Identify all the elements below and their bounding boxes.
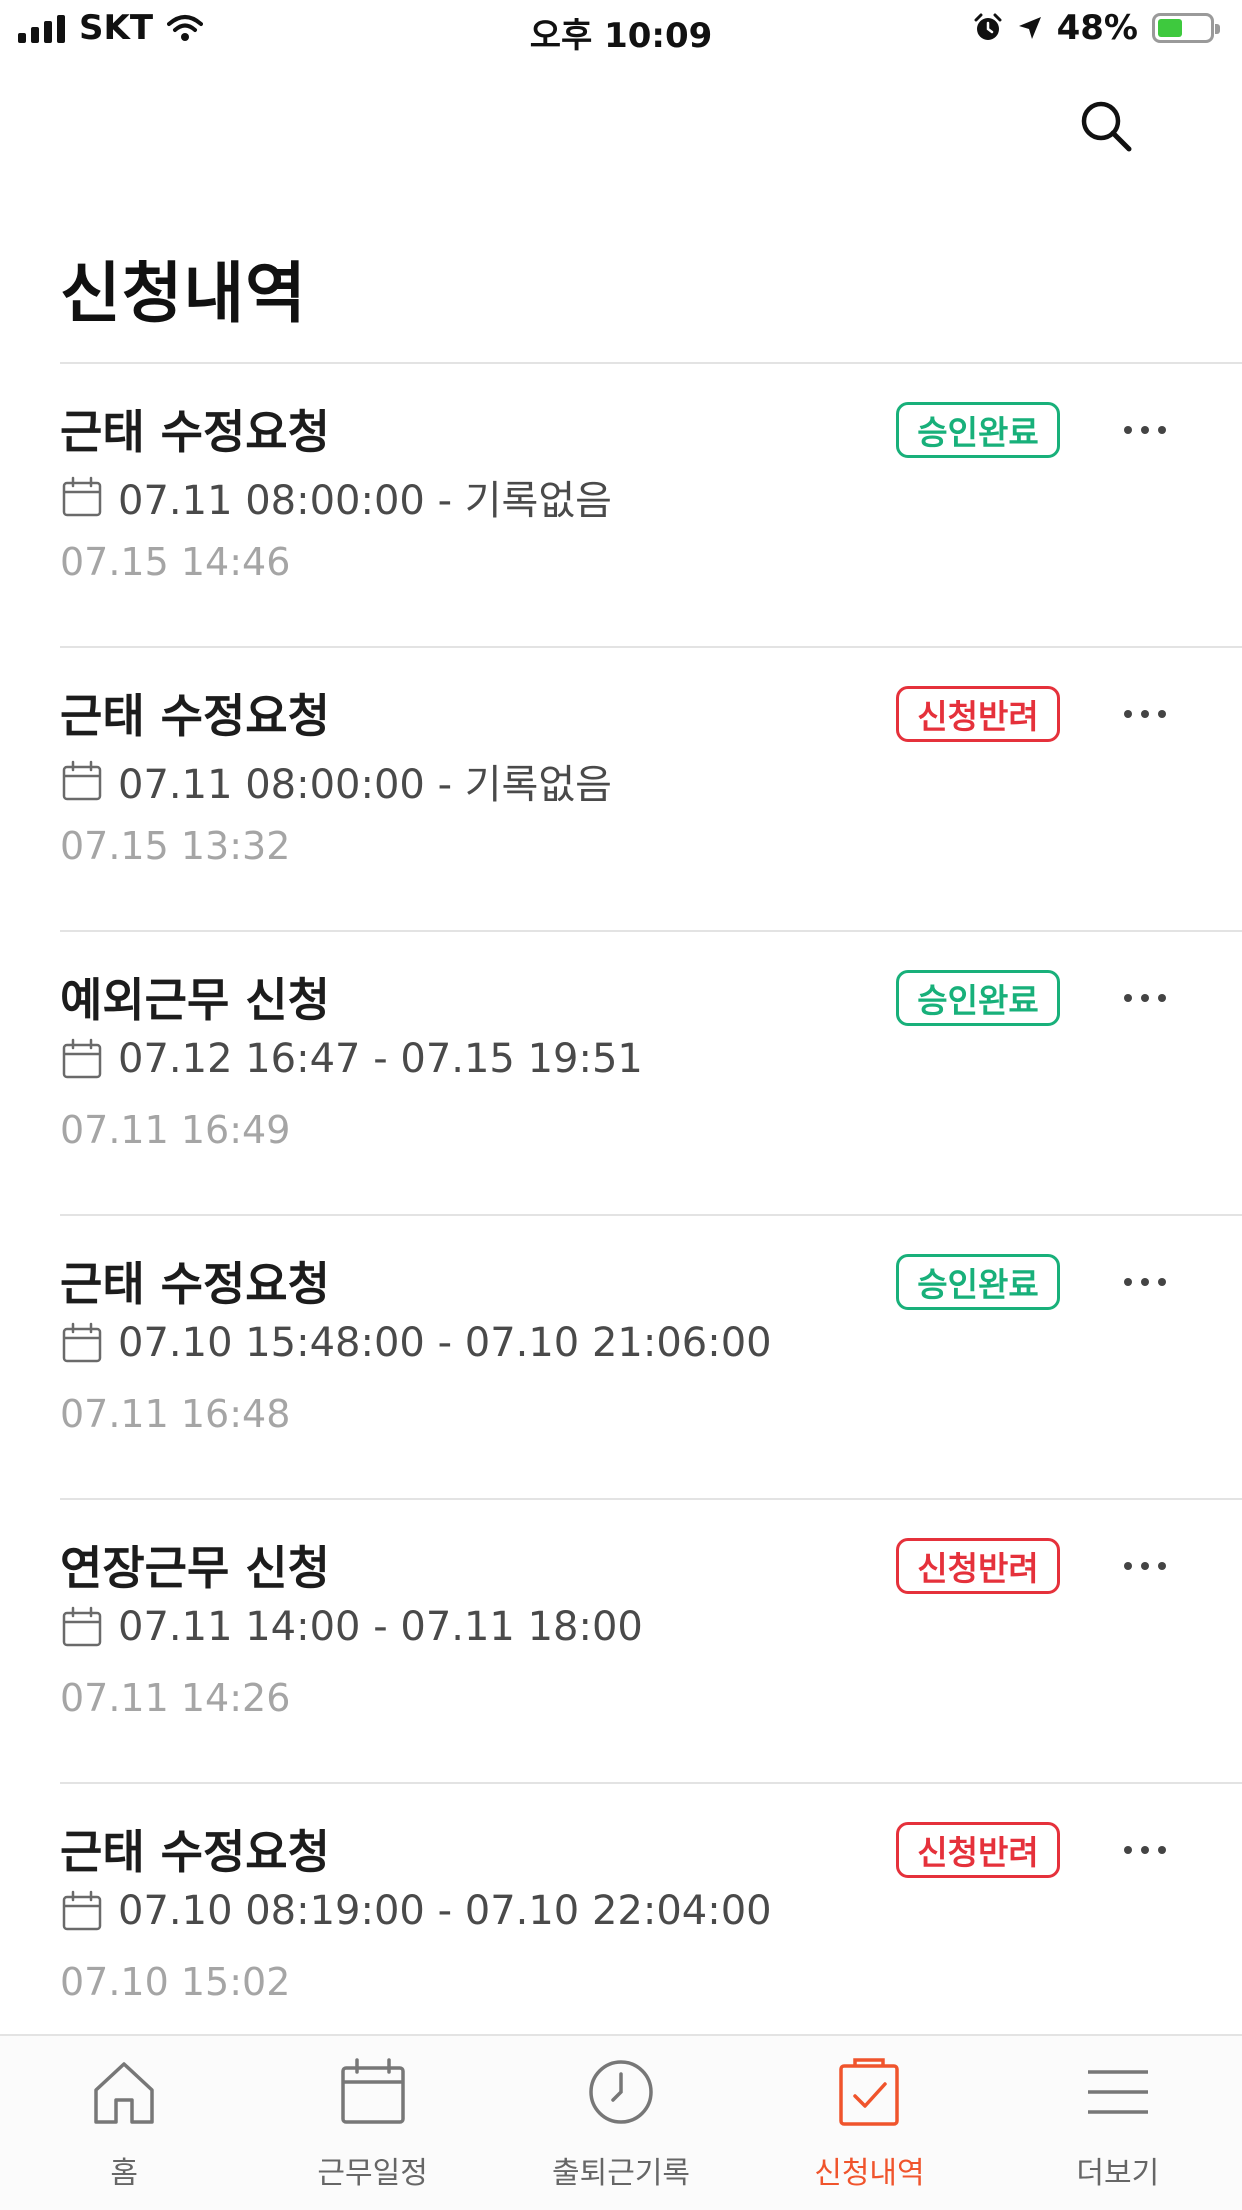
calendar-icon — [62, 1038, 102, 1079]
more-dot-icon — [1124, 1278, 1132, 1286]
more-options-button[interactable] — [1110, 398, 1180, 462]
request-period: 07.11 08:00:00 - 기록없음 — [60, 752, 612, 810]
more-dot-icon — [1141, 1846, 1149, 1854]
more-dot-icon — [1158, 994, 1166, 1002]
tab-more[interactable]: 더보기 — [994, 2036, 1242, 2210]
request-item[interactable]: 근태 수정요청 신청반려 07.11 08:00:00 - 기록없음 07.15… — [60, 646, 1242, 930]
request-period: 07.10 08:19:00 - 07.10 22:04:00 — [60, 1888, 772, 1934]
search-icon[interactable] — [1076, 96, 1136, 156]
more-options-button[interactable] — [1110, 1818, 1180, 1882]
request-range-text: 07.11 08:00:00 - 기록없음 — [118, 478, 612, 524]
status-bar: SKT 오후 10:09 48% — [0, 0, 1242, 60]
more-dot-icon — [1141, 1278, 1149, 1286]
more-options-button[interactable] — [1110, 1534, 1180, 1598]
status-badge: 신청반려 — [896, 1822, 1060, 1878]
more-dot-icon — [1141, 1562, 1149, 1570]
calendar-icon — [62, 1606, 102, 1647]
tab-home[interactable]: 홈 — [0, 2036, 248, 2210]
more-dot-icon — [1124, 426, 1132, 434]
calendar-icon — [62, 1322, 102, 1363]
more-dot-icon — [1124, 1562, 1132, 1570]
submitted-date: 07.11 16:48 — [60, 1392, 291, 1436]
request-item[interactable]: 연장근무 신청 신청반려 07.11 14:00 - 07.11 18:00 0… — [60, 1498, 1242, 1782]
calendar-icon — [62, 1890, 102, 1931]
tab-label-home: 홈 — [110, 2156, 138, 2191]
battery-percent: 48% — [1056, 8, 1138, 48]
status-badge: 신청반려 — [896, 686, 1060, 742]
more-options-button[interactable] — [1110, 966, 1180, 1030]
tab-label-schedule: 근무일정 — [317, 2156, 428, 2191]
clock-icon — [589, 2060, 653, 2124]
more-dot-icon — [1158, 710, 1166, 718]
calendar-icon — [340, 2058, 405, 2124]
more-dot-icon — [1141, 710, 1149, 718]
request-range-text: 07.10 15:48:00 - 07.10 21:06:00 — [118, 1320, 772, 1366]
request-item[interactable]: 예외근무 신청 승인완료 07.12 16:47 - 07.15 19:51 0… — [60, 930, 1242, 1214]
calendar-icon — [62, 476, 102, 517]
request-period: 07.11 14:00 - 07.11 18:00 — [60, 1604, 643, 1650]
request-period: 07.11 08:00:00 - 기록없음 — [60, 468, 612, 526]
submitted-date: 07.15 14:46 — [60, 540, 291, 584]
home-icon — [94, 2062, 154, 2124]
battery-level — [1158, 19, 1182, 37]
request-title: 근태 수정요청 — [60, 1825, 330, 1879]
more-options-button[interactable] — [1110, 1250, 1180, 1314]
request-range-text: 07.12 16:47 - 07.15 19:51 — [118, 1036, 643, 1082]
request-range-text: 07.10 08:19:00 - 07.10 22:04:00 — [118, 1888, 772, 1934]
status-badge: 승인완료 — [896, 1254, 1060, 1310]
alarm-icon — [974, 13, 1002, 40]
request-title: 예외근무 신청 — [60, 973, 330, 1027]
more-dot-icon — [1158, 1278, 1166, 1286]
request-title: 근태 수정요청 — [60, 689, 330, 743]
request-item[interactable]: 근태 수정요청 승인완료 07.11 08:00:00 - 기록없음 07.15… — [60, 362, 1242, 646]
more-dot-icon — [1158, 426, 1166, 434]
request-title: 근태 수정요청 — [60, 1257, 330, 1311]
tab-bar: 홈 근무일정 출퇴근기록 신청내역 더보기 — [0, 2034, 1242, 2210]
status-right: 48% — [973, 8, 1220, 48]
submitted-date: 07.15 13:32 — [60, 824, 291, 868]
tab-label-requests: 신청내역 — [814, 2156, 925, 2191]
request-item[interactable]: 근태 수정요청 승인완료 07.10 15:48:00 - 07.10 21:0… — [60, 1214, 1242, 1498]
tab-label-attendance: 출퇴근기록 — [552, 2156, 691, 2191]
status-badge: 신청반려 — [896, 1538, 1060, 1594]
calendar-icon — [62, 760, 102, 801]
location-arrow-icon — [1018, 17, 1041, 39]
submitted-date: 07.11 14:26 — [60, 1676, 291, 1720]
more-options-button[interactable] — [1110, 682, 1180, 746]
tab-requests[interactable]: 신청내역 — [745, 2036, 993, 2210]
request-item[interactable]: 근태 수정요청 신청반려 07.10 08:19:00 - 07.10 22:0… — [60, 1782, 1242, 2066]
submitted-date: 07.11 16:49 — [60, 1108, 291, 1152]
status-badge: 승인완료 — [896, 970, 1060, 1026]
request-period: 07.10 15:48:00 - 07.10 21:06:00 — [60, 1320, 772, 1366]
battery-icon — [1152, 13, 1220, 43]
request-period: 07.12 16:47 - 07.15 19:51 — [60, 1036, 643, 1082]
more-dot-icon — [1158, 1562, 1166, 1570]
tab-schedule[interactable]: 근무일정 — [248, 2036, 496, 2210]
submitted-date: 07.10 15:02 — [60, 1960, 291, 2004]
tab-label-more: 더보기 — [1076, 2156, 1160, 2191]
more-dot-icon — [1141, 994, 1149, 1002]
menu-icon — [1087, 2070, 1148, 2114]
status-badge: 승인완료 — [896, 402, 1060, 458]
request-list: 근태 수정요청 승인완료 07.11 08:00:00 - 기록없음 07.15… — [60, 362, 1242, 2066]
checklist-icon — [839, 2058, 900, 2126]
request-title: 근태 수정요청 — [60, 405, 330, 459]
request-title: 연장근무 신청 — [60, 1541, 330, 1595]
more-dot-icon — [1141, 426, 1149, 434]
more-dot-icon — [1158, 1846, 1166, 1854]
page-title: 신청내역 — [60, 255, 307, 332]
more-dot-icon — [1124, 1846, 1132, 1854]
tab-attendance[interactable]: 출퇴근기록 — [497, 2036, 745, 2210]
more-dot-icon — [1124, 994, 1132, 1002]
request-range-text: 07.11 08:00:00 - 기록없음 — [118, 762, 612, 808]
request-range-text: 07.11 14:00 - 07.11 18:00 — [118, 1604, 643, 1650]
more-dot-icon — [1124, 710, 1132, 718]
